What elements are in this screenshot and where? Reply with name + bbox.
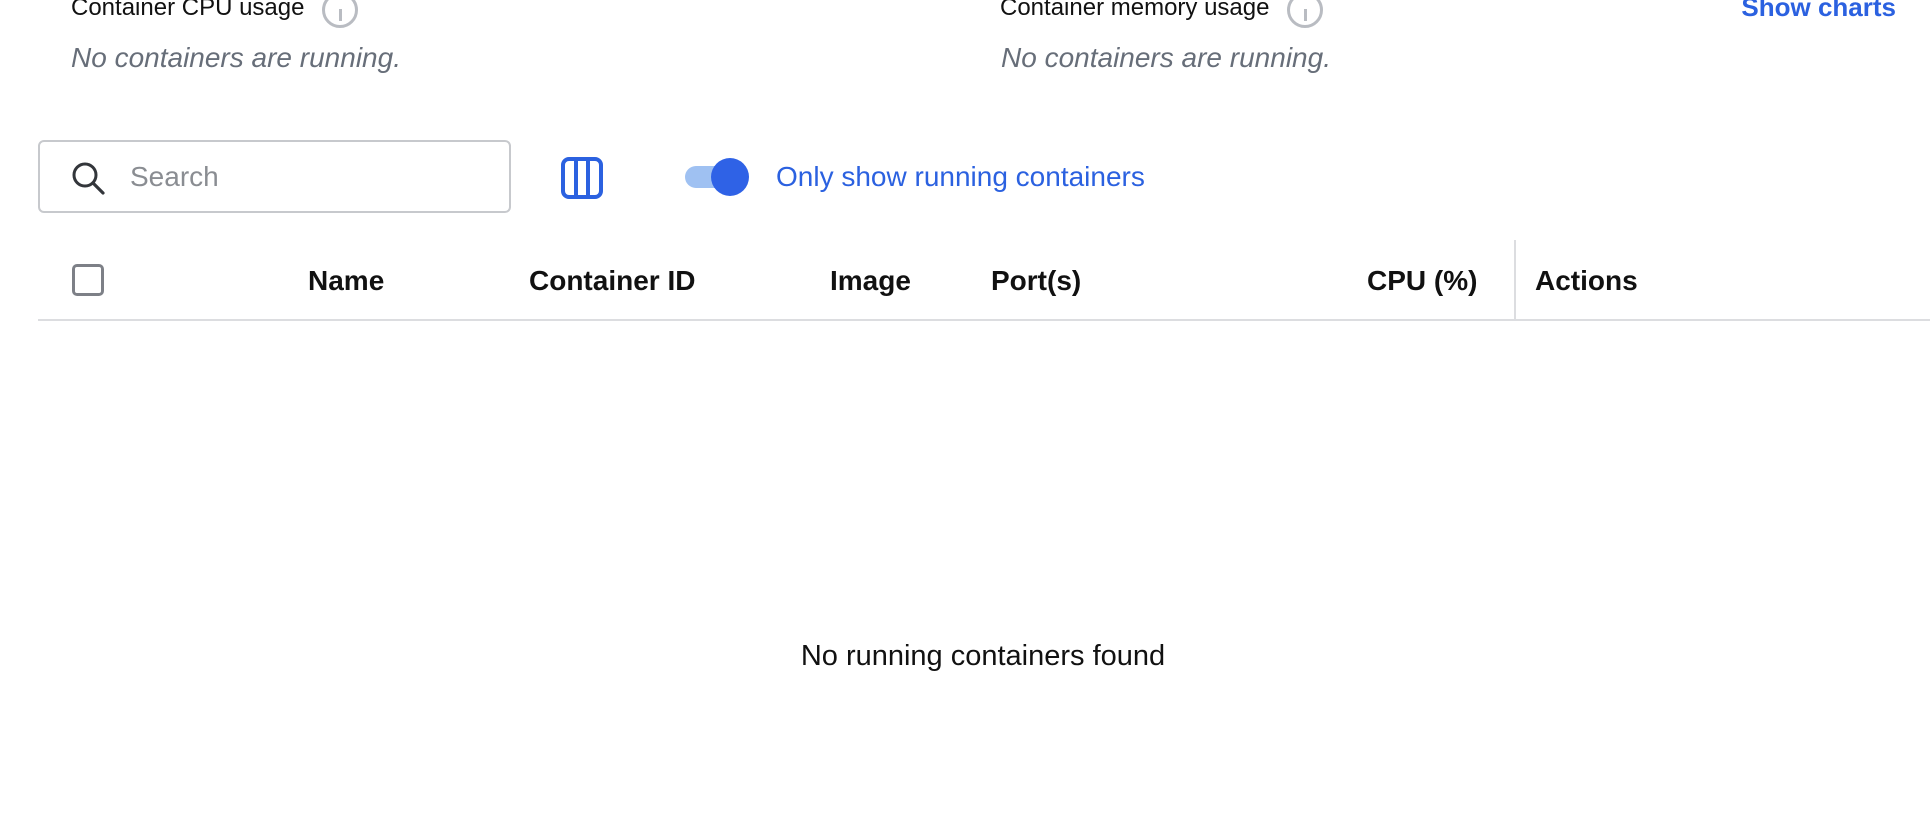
column-header-actions: Actions bbox=[1535, 265, 1638, 296]
column-divider bbox=[1514, 240, 1516, 321]
search-input[interactable] bbox=[130, 150, 490, 204]
cpu-usage-label: Container CPU usage bbox=[71, 0, 305, 21]
select-all-checkbox[interactable] bbox=[72, 264, 104, 296]
running-toggle-label[interactable]: Only show running containers bbox=[776, 161, 1145, 193]
stats-bar: Container CPU usage No containers are ru… bbox=[0, 0, 1930, 90]
toolbar: Only show running containers bbox=[0, 140, 1930, 214]
running-containers-toggle[interactable]: Only show running containers bbox=[685, 157, 1145, 197]
info-icon[interactable] bbox=[1287, 0, 1324, 28]
cpu-usage-empty: No containers are running. bbox=[71, 42, 401, 73]
search-box[interactable] bbox=[38, 140, 511, 213]
column-header-cpu[interactable]: CPU (%) bbox=[1367, 240, 1477, 321]
columns-icon[interactable] bbox=[560, 156, 604, 200]
info-icon[interactable] bbox=[322, 0, 359, 28]
toggle-track[interactable] bbox=[685, 158, 749, 196]
show-charts-link[interactable]: Show charts bbox=[1741, 0, 1896, 23]
memory-usage-empty: No containers are running. bbox=[1001, 42, 1331, 73]
memory-usage-label: Container memory usage bbox=[1000, 0, 1270, 21]
column-header-ports[interactable]: Port(s) bbox=[991, 240, 1081, 321]
column-header-name[interactable]: Name bbox=[308, 240, 384, 321]
cpu-usage-title: Container CPU usage bbox=[71, 0, 359, 28]
toggle-thumb[interactable] bbox=[711, 158, 749, 196]
empty-table-message: No running containers found bbox=[800, 640, 1166, 672]
memory-usage-title: Container memory usage bbox=[1000, 0, 1324, 28]
search-icon bbox=[72, 162, 105, 195]
column-header-container-id[interactable]: Container ID bbox=[529, 240, 695, 321]
column-header-image[interactable]: Image bbox=[830, 240, 911, 321]
table-header: Name Container ID Image Port(s) CPU (%) … bbox=[38, 240, 1930, 321]
